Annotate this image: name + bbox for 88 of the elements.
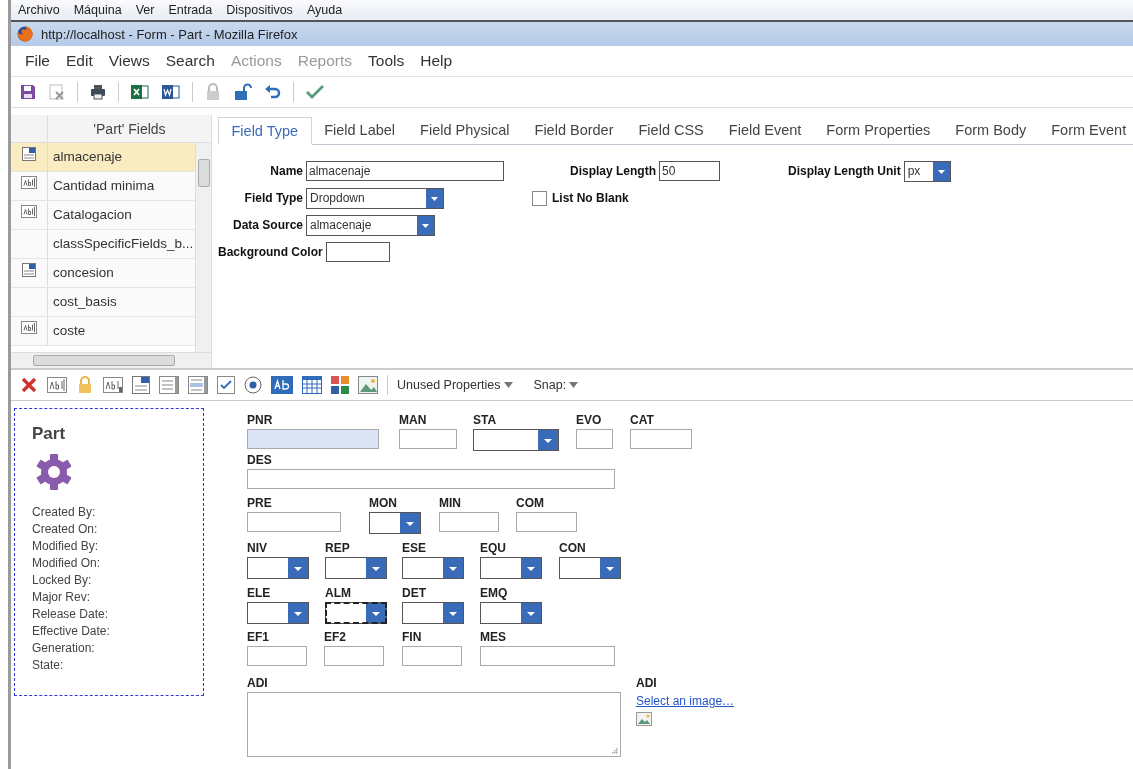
field-label: Field Type	[243, 191, 303, 205]
field-name: concesion	[52, 264, 115, 282]
menu-item[interactable]: Archivo	[18, 3, 60, 17]
field-label: ELE	[247, 586, 272, 601]
field-label: MAN	[399, 413, 428, 428]
field-row[interactable]: classSpecificFields_b...	[11, 230, 195, 259]
field-label: Name	[269, 164, 303, 178]
field-name: coste	[52, 322, 87, 340]
field-label: MON	[369, 496, 398, 511]
field-label: EVO	[576, 413, 603, 428]
field-label: PNR	[247, 413, 274, 428]
field-label: STA	[473, 413, 498, 428]
field-label: ADI	[247, 676, 269, 691]
field-label: REP	[325, 541, 351, 556]
checkbox-label: List No Blank	[552, 191, 629, 205]
menu-item[interactable]: Dispositivos	[226, 3, 293, 17]
field-label: CON	[559, 541, 587, 556]
field-row[interactable]: cost_basis	[11, 288, 195, 317]
column-header: 'Part' Fields	[92, 119, 167, 139]
menu-item[interactable]: Ver	[135, 3, 155, 17]
menu-item[interactable]: Edit	[58, 52, 101, 70]
field-label: DES	[247, 453, 273, 468]
tab[interactable]: Form Event	[1038, 117, 1133, 144]
tab[interactable]: Form Properties	[813, 117, 943, 144]
snap-menu[interactable]: Snap:	[533, 378, 579, 392]
unit-dropdown[interactable]: px	[903, 160, 951, 182]
field-name: almacenaje	[52, 148, 124, 166]
tab[interactable]: Field Border	[522, 117, 626, 144]
field-type-dropdown[interactable]: Dropdown	[306, 187, 444, 209]
info-label: Locked By:	[32, 572, 93, 589]
display-length-input[interactable]: 50	[659, 161, 720, 181]
field-label: EF2	[324, 630, 347, 645]
tab[interactable]: Field Physical	[407, 117, 523, 144]
menu-item[interactable]: Views	[100, 52, 158, 70]
field-label: MIN	[439, 496, 462, 511]
tab[interactable]: Field Type	[218, 117, 312, 145]
info-label: Effective Date:	[32, 623, 111, 640]
field-row[interactable]: Catalogacion	[11, 201, 195, 230]
menu-item[interactable]: Search	[157, 52, 223, 70]
field-label: Display Length Unit	[788, 164, 901, 178]
field-label: PRE	[247, 496, 273, 511]
tab[interactable]: Field Label	[311, 117, 408, 144]
window-title: http://localhost - Form - Part - Mozilla Firefox	[41, 26, 298, 42]
menu-item[interactable]: Entrada	[168, 3, 213, 17]
name-input[interactable]: almacenaje	[306, 161, 504, 181]
field-name: Cantidad minima	[52, 177, 156, 195]
field-label: COM	[516, 496, 545, 511]
field-label: ESE	[402, 541, 427, 556]
field-row[interactable]: Cantidad minima	[11, 172, 195, 201]
field-label: EMQ	[480, 586, 509, 601]
menu-item[interactable]: Máquina	[73, 3, 122, 17]
field-label: EQU	[480, 541, 507, 556]
field-label: ADI	[636, 676, 658, 691]
field-label: MES	[480, 630, 507, 645]
card-title: Part	[32, 424, 67, 444]
menu-item[interactable]: Ayuda	[306, 3, 343, 17]
unused-properties-menu[interactable]: Unused Properties	[397, 378, 513, 392]
info-label: Generation:	[32, 640, 96, 657]
field-name: Catalogacion	[52, 206, 133, 224]
field-label: DET	[402, 586, 427, 601]
field-label: FIN	[402, 630, 423, 645]
info-label: Created By:	[32, 504, 97, 521]
data-source-dropdown[interactable]: almacenaje	[306, 214, 435, 236]
info-label: Major Rev:	[32, 589, 91, 606]
tab[interactable]: Field Event	[716, 117, 814, 144]
field-label: ALM	[325, 586, 352, 601]
tab[interactable]: Field CSS	[626, 117, 717, 144]
tab[interactable]: Form Body	[942, 117, 1039, 144]
select-image-link[interactable]: Select an image…	[636, 694, 735, 708]
field-name: cost_basis	[52, 293, 118, 311]
field-label: Background Color	[218, 245, 323, 259]
field-row[interactable]: concesion	[11, 259, 195, 288]
field-label: NIV	[247, 541, 268, 556]
field-label: Data Source	[231, 218, 303, 232]
info-label: Modified By:	[32, 538, 100, 555]
field-row[interactable]: coste	[11, 317, 195, 346]
field-label: EF1	[247, 630, 270, 645]
info-label: Release Date:	[32, 606, 110, 623]
menu-item[interactable]: Help	[412, 52, 461, 70]
field-row[interactable]: almacenaje	[11, 143, 195, 172]
menu-item[interactable]: Tools	[360, 52, 413, 70]
field-label: Display Length	[569, 164, 656, 178]
info-label: Created On:	[32, 521, 99, 538]
info-label: Modified On:	[32, 555, 102, 572]
info-label: State:	[32, 657, 65, 674]
field-name: classSpecificFields_b...	[52, 235, 195, 253]
menu-item[interactable]: File	[19, 52, 58, 70]
field-label: CAT	[630, 413, 655, 428]
